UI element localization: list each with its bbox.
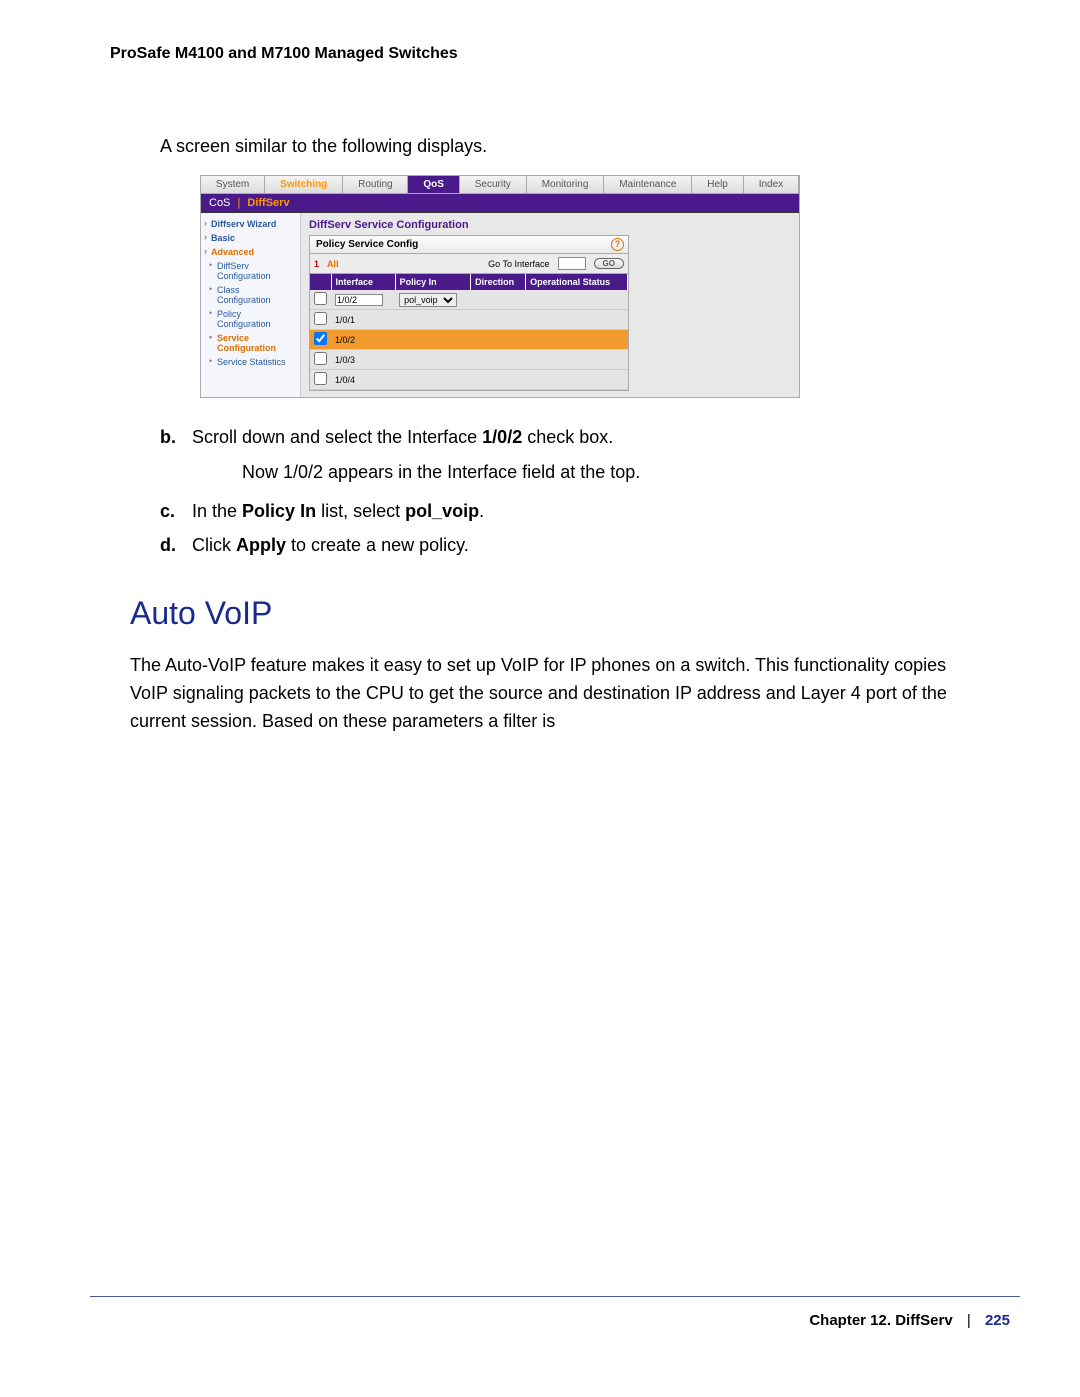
filter-all[interactable]: All xyxy=(327,259,339,269)
sidebar-item-basic[interactable]: Basic xyxy=(203,231,298,245)
doc-header: ProSafe M4100 and M7100 Managed Switches xyxy=(110,45,990,63)
tab-index[interactable]: Index xyxy=(744,176,799,193)
subnav-sep: | xyxy=(233,197,244,209)
goto-input[interactable] xyxy=(558,257,586,270)
left-sidebar: Diffserv Wizard Basic Advanced DiffServ … xyxy=(201,213,301,397)
step-b: b. Scroll down and select the Interface … xyxy=(160,423,990,452)
col-interface: Interface xyxy=(331,274,395,290)
col-op-status: Operational Status xyxy=(526,274,628,290)
table-row[interactable]: 1/0/3 xyxy=(310,350,628,370)
paragraph-auto-voip: The Auto-VoIP feature makes it easy to s… xyxy=(130,652,980,736)
edit-checkbox[interactable] xyxy=(314,292,327,305)
row-checkbox[interactable] xyxy=(314,312,327,325)
table-edit-row: pol_voip xyxy=(310,290,628,310)
sub-nav: CoS | DiffServ xyxy=(201,194,799,213)
col-policy-in: Policy In xyxy=(395,274,471,290)
row-checkbox[interactable] xyxy=(314,372,327,385)
footer-chapter: Chapter 12. DiffServ xyxy=(809,1312,952,1329)
panel-title: DiffServ Service Configuration xyxy=(309,219,791,231)
top-nav: System Switching Routing QoS Security Mo… xyxy=(201,176,799,194)
grid-title: Policy Service Config ? xyxy=(310,236,628,254)
sidebar-item-wizard[interactable]: Diffserv Wizard xyxy=(203,217,298,231)
step-b-sub: Now 1/0/2 appears in the Interface field… xyxy=(242,458,990,487)
tab-security[interactable]: Security xyxy=(460,176,527,193)
edit-interface-input[interactable] xyxy=(335,294,383,306)
footer: Chapter 12. DiffServ | 225 xyxy=(809,1312,1010,1329)
tab-help[interactable]: Help xyxy=(692,176,743,193)
subnav-diffserv[interactable]: DiffServ xyxy=(247,197,289,209)
col-direction: Direction xyxy=(471,274,526,290)
tab-maintenance[interactable]: Maintenance xyxy=(604,176,692,193)
go-button[interactable]: GO xyxy=(594,258,624,269)
sidebar-item-service-config[interactable]: Service Configuration xyxy=(203,331,298,355)
row-checkbox[interactable] xyxy=(314,352,327,365)
filter-row: 1 All Go To Interface GO xyxy=(310,254,628,274)
sidebar-item-service-stats[interactable]: Service Statistics xyxy=(203,355,298,369)
step-d: d. Click Apply to create a new policy. xyxy=(160,531,990,560)
sidebar-item-diffserv-config[interactable]: DiffServ Configuration xyxy=(203,259,298,283)
tab-system[interactable]: System xyxy=(201,176,265,193)
subnav-cos[interactable]: CoS xyxy=(209,197,230,209)
filter-page-1[interactable]: 1 xyxy=(314,259,319,269)
intro-text: A screen similar to the following displa… xyxy=(160,133,990,160)
footer-page: 225 xyxy=(985,1312,1010,1329)
sidebar-item-class-config[interactable]: Class Configuration xyxy=(203,283,298,307)
heading-auto-voip: Auto VoIP xyxy=(130,595,990,632)
sidebar-item-advanced[interactable]: Advanced xyxy=(203,245,298,259)
sidebar-item-policy-config[interactable]: Policy Configuration xyxy=(203,307,298,331)
tab-monitoring[interactable]: Monitoring xyxy=(527,176,605,193)
screenshot-panel: System Switching Routing QoS Security Mo… xyxy=(200,175,800,398)
goto-label: Go To Interface xyxy=(488,259,549,269)
table-row[interactable]: 1/0/4 xyxy=(310,370,628,390)
footer-rule xyxy=(90,1296,1020,1297)
row-checkbox[interactable] xyxy=(314,332,327,345)
tab-qos[interactable]: QoS xyxy=(408,176,459,193)
edit-policy-select[interactable]: pol_voip xyxy=(399,293,457,307)
tab-routing[interactable]: Routing xyxy=(343,176,408,193)
help-icon[interactable]: ? xyxy=(611,238,624,251)
tab-switching[interactable]: Switching xyxy=(265,176,343,193)
table-row[interactable]: 1/0/1 xyxy=(310,310,628,330)
table-row[interactable]: 1/0/2 xyxy=(310,330,628,350)
policy-service-table: Interface Policy In Direction Operationa… xyxy=(310,274,628,390)
step-c: c. In the Policy In list, select pol_voi… xyxy=(160,497,990,526)
